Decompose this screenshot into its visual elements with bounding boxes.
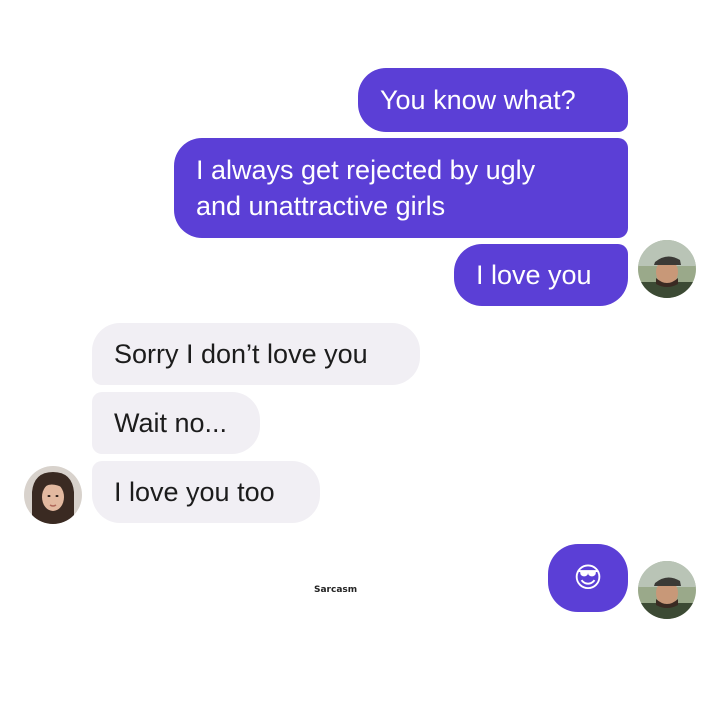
message-text-line: I always get rejected by ugly	[196, 155, 536, 185]
sent-message-bubble[interactable]: I always get rejected by ugly and unattr…	[174, 138, 628, 238]
sent-message-bubble[interactable]: You know what?	[358, 68, 628, 132]
received-message-bubble[interactable]: Wait no...	[92, 392, 260, 454]
sender-avatar[interactable]	[638, 240, 696, 298]
sent-emoji-bubble[interactable]: 😎	[548, 544, 628, 612]
watermark-text: Sarcasm	[314, 585, 358, 595]
message-text: Wait no...	[114, 408, 228, 438]
chat-screen: { "sent_messages": [ {"text": "You know …	[0, 0, 720, 720]
message-text: Sorry I don’t love you	[114, 339, 368, 369]
sent-message-bubble[interactable]: I love you	[454, 244, 628, 306]
man-avatar-icon	[638, 561, 696, 619]
receiver-avatar[interactable]	[24, 466, 82, 524]
message-text-line: and unattractive girls	[196, 191, 446, 221]
man-avatar-icon	[638, 240, 696, 298]
woman-avatar-icon	[24, 466, 82, 524]
sunglasses-emoji-icon: 😎	[573, 562, 603, 593]
received-message-bubble[interactable]: Sorry I don’t love you	[92, 323, 420, 385]
received-message-bubble[interactable]: I love you too	[92, 461, 320, 523]
message-text: You know what?	[380, 85, 576, 115]
message-text: I love you	[476, 260, 592, 290]
message-text: I love you too	[114, 477, 275, 507]
sender-avatar[interactable]	[638, 561, 696, 619]
